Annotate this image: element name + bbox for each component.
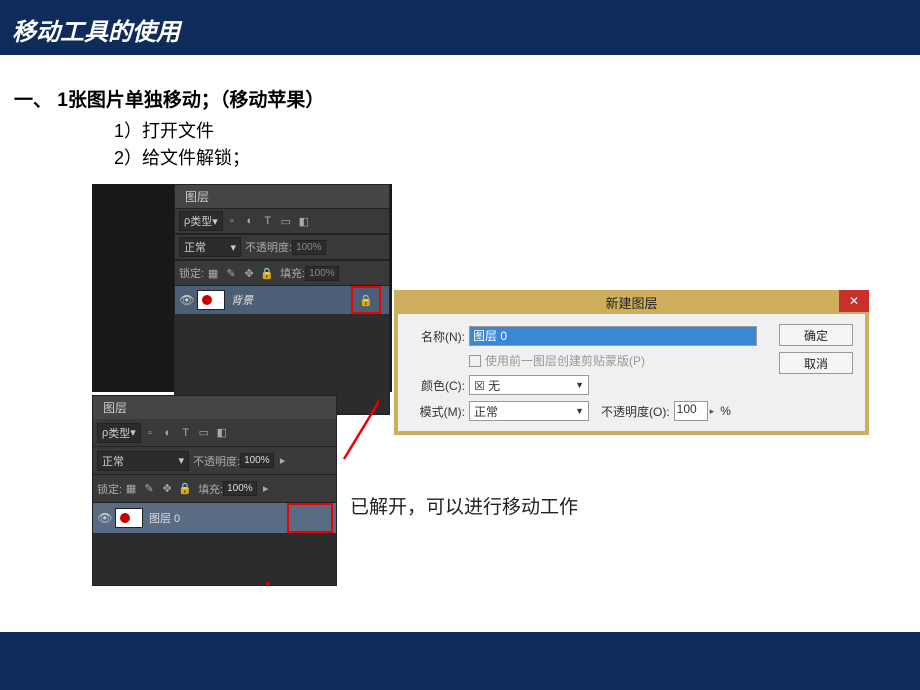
- color-select[interactable]: ☒ 无▼: [469, 375, 589, 395]
- name-label: 名称(N):: [410, 328, 465, 345]
- filter-adjust-icon[interactable]: ◐: [161, 426, 175, 440]
- layer-thumbnail[interactable]: [115, 508, 143, 528]
- lock-label: 锁定:: [179, 265, 204, 281]
- clip-mask-label: 使用前一图层创建剪贴蒙版(P): [485, 352, 645, 369]
- filter-shape-icon[interactable]: ▭: [279, 214, 293, 228]
- footer-bar: [0, 632, 920, 690]
- layer-name: 图层 0: [149, 510, 180, 526]
- new-layer-dialog: 新建图层 ✕ 名称(N): 图层 0 使用前一图层创建剪贴蒙版(P) 颜色(C)…: [394, 290, 869, 435]
- lock-paint-icon[interactable]: ✎: [224, 266, 238, 280]
- step-1: 1）打开文件: [114, 118, 906, 145]
- lock-all-icon[interactable]: 🔒: [260, 266, 274, 280]
- filter-smart-icon[interactable]: ◧: [297, 214, 311, 228]
- layer-name: 背景: [231, 292, 253, 308]
- lock-transparent-icon[interactable]: ▦: [206, 266, 220, 280]
- lock-icon[interactable]: 🔒: [359, 294, 373, 307]
- mode-label: 模式(M):: [410, 403, 465, 420]
- step-2: 2）给文件解锁；: [114, 145, 906, 172]
- lock-all-icon[interactable]: 🔒: [178, 482, 192, 496]
- ok-button[interactable]: 确定: [779, 324, 853, 346]
- visibility-icon[interactable]: 👁: [95, 511, 115, 525]
- d-opacity-label: 不透明度(O):: [601, 403, 670, 420]
- fill-label: 填充:: [198, 481, 223, 497]
- layers-tab[interactable]: 图层: [175, 185, 219, 208]
- opacity-label: 不透明度:: [193, 453, 240, 469]
- dialog-titlebar[interactable]: 新建图层 ✕: [394, 290, 869, 314]
- section-title: 一、 1张图片单独移动；（移动苹果）: [14, 85, 906, 112]
- filter-smart-icon[interactable]: ◧: [215, 426, 229, 440]
- unlock-highlight-box: [287, 503, 333, 533]
- dialog-title: 新建图层: [605, 293, 657, 312]
- opacity-spinner[interactable]: ▸: [710, 406, 715, 417]
- lock-highlight-box: 🔒: [351, 286, 381, 314]
- filter-pixel-icon[interactable]: ▫: [143, 426, 157, 440]
- percent-label: %: [720, 404, 731, 418]
- filter-type-icon[interactable]: T: [261, 214, 275, 228]
- filter-adjust-icon[interactable]: ◐: [243, 214, 257, 228]
- layer-thumbnail[interactable]: [197, 290, 225, 310]
- lock-position-icon[interactable]: ✥: [242, 266, 256, 280]
- note-text: 已解开，可以进行移动工作: [350, 492, 578, 519]
- filter-shape-icon[interactable]: ▭: [197, 426, 211, 440]
- clip-mask-checkbox[interactable]: [469, 355, 481, 367]
- opacity-label: 不透明度:: [245, 239, 292, 255]
- header-bar: 移动工具的使用: [0, 0, 920, 55]
- d-opacity-input[interactable]: 100: [674, 401, 708, 421]
- page-title: 移动工具的使用: [12, 12, 908, 47]
- color-label: 颜色(C):: [410, 377, 465, 394]
- visibility-icon[interactable]: 👁: [177, 293, 197, 307]
- layer-row-background[interactable]: 👁 背景 🔒: [175, 286, 389, 314]
- mode-select[interactable]: 正常▼: [469, 401, 589, 421]
- opacity-value[interactable]: 100%: [292, 240, 326, 255]
- lock-paint-icon[interactable]: ✎: [142, 482, 156, 496]
- opacity-value[interactable]: 100%: [240, 453, 274, 468]
- layers-tab[interactable]: 图层: [93, 396, 137, 419]
- red-dot: [266, 582, 269, 585]
- blend-mode-select[interactable]: 正常 ▾: [97, 451, 189, 471]
- layers-panel-screenshot-1: 图层 ρ 类型 ▾ ▫ ◐ T ▭ ◧ 正常 ▾ 不透明度: 100% 锁定: …: [92, 184, 392, 392]
- panel-empty-area: [93, 533, 336, 585]
- name-input[interactable]: 图层 0: [469, 326, 757, 346]
- lock-position-icon[interactable]: ✥: [160, 482, 174, 496]
- lock-transparent-icon[interactable]: ▦: [124, 482, 138, 496]
- fill-value[interactable]: 100%: [223, 481, 257, 496]
- cancel-button[interactable]: 取消: [779, 352, 853, 374]
- filter-type-select[interactable]: ρ 类型 ▾: [179, 211, 223, 231]
- close-button[interactable]: ✕: [839, 290, 869, 312]
- fill-value[interactable]: 100%: [305, 266, 339, 281]
- layers-panel-screenshot-2: 图层 ρ 类型 ▾ ▫ ◐ T ▭ ◧ 正常 ▾ 不透明度: 100%▸ 锁定:…: [92, 395, 337, 586]
- filter-type-select[interactable]: ρ 类型 ▾: [97, 423, 141, 443]
- filter-pixel-icon[interactable]: ▫: [225, 214, 239, 228]
- blend-mode-select[interactable]: 正常 ▾: [179, 237, 241, 257]
- layer-row-0[interactable]: 👁 图层 0: [93, 503, 336, 533]
- lock-label: 锁定:: [97, 481, 122, 497]
- filter-type-icon[interactable]: T: [179, 426, 193, 440]
- fill-label: 填充:: [280, 265, 305, 281]
